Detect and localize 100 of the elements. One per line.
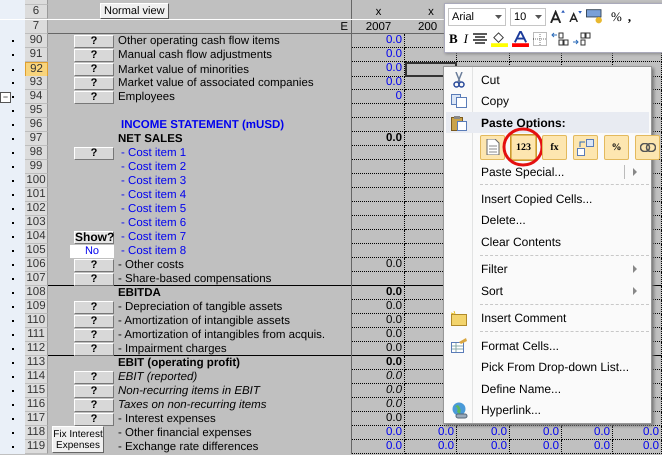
value-cell: 0.0 [352, 384, 405, 398]
value-cell: 0.0 [352, 398, 405, 412]
menu-item[interactable]: Clear Contents [481, 234, 562, 249]
row-number[interactable]: 109 [25, 300, 48, 314]
row-label: Non-recurring items in EBIT [118, 385, 260, 397]
row-label: EBIT (operating profit) [118, 357, 240, 369]
row-number[interactable]: 98 [25, 146, 48, 160]
row-number[interactable]: 105 [25, 244, 48, 258]
row-number[interactable]: 119 [25, 440, 48, 454]
help-button[interactable]: ? [74, 328, 114, 342]
column-header: E [340, 21, 348, 33]
value-cell: 0.0 [352, 76, 405, 90]
row-number[interactable]: 104 [25, 230, 48, 244]
row-number[interactable]: 110 [25, 314, 48, 328]
menu-item[interactable]: Copy [481, 94, 510, 108]
menu-item[interactable]: Insert Copied Cells... [481, 192, 592, 206]
paste-option-button[interactable]: 123 [511, 134, 536, 160]
row-label: - Cost item 3 [121, 175, 186, 187]
help-button[interactable]: ? [74, 384, 114, 398]
menu-item[interactable]: Format Cells... [481, 338, 560, 353]
bold-button[interactable]: B [448, 30, 459, 46]
row-number[interactable]: 91 [25, 48, 48, 62]
help-button[interactable]: ? [74, 34, 114, 48]
help-button[interactable]: ? [74, 76, 114, 90]
row-label: EBIT (reported) [118, 371, 198, 383]
row-label: - Cost item 8 [121, 245, 186, 257]
row-number[interactable]: 97 [25, 132, 48, 146]
help-button[interactable]: ? [74, 272, 114, 286]
help-button[interactable]: ? [74, 63, 114, 76]
row-number[interactable]: 112 [25, 342, 48, 356]
row-number[interactable]: 118 [25, 426, 48, 440]
italic-button[interactable]: I [462, 30, 470, 46]
menu-item[interactable]: Filter [481, 262, 508, 276]
row-number[interactable]: 115 [25, 384, 48, 398]
row-number[interactable]: 94 [25, 90, 48, 104]
menu-item[interactable]: Paste Special... [481, 164, 564, 179]
paste-option-button[interactable]: % [604, 134, 629, 160]
value-cell: 0.0 [352, 314, 405, 328]
size-dropdown[interactable]: 10 [510, 8, 546, 26]
help-button[interactable]: ? [74, 314, 114, 328]
menu-item[interactable]: Hyperlink... [481, 403, 542, 418]
row-number[interactable]: 116 [25, 398, 48, 412]
row-number[interactable]: 95 [25, 104, 48, 118]
column-mark: x [374, 5, 382, 19]
menu-item[interactable]: Pick From Drop-down List... [481, 360, 630, 374]
row-number[interactable]: 100 [25, 174, 48, 188]
menu-item[interactable]: Sort [481, 284, 504, 298]
help-button[interactable]: Show? [74, 230, 114, 244]
row-number[interactable]: 102 [25, 202, 48, 216]
row-number[interactable]: 103 [25, 216, 48, 230]
value-cell: 0.0 [510, 426, 562, 440]
fix-interest-button[interactable]: Fix Interest Expenses [52, 426, 104, 453]
help-button[interactable]: ? [74, 412, 114, 426]
row-label: Manual cash flow adjustments [118, 49, 272, 61]
row-number[interactable]: 117 [25, 412, 48, 426]
toggle-value[interactable]: No [70, 244, 114, 258]
row-number[interactable]: 99 [25, 160, 48, 174]
row-number[interactable]: 6 [25, 5, 48, 19]
row-number[interactable]: 90 [25, 34, 48, 48]
row-label: - Exchange rate differences [118, 441, 258, 453]
row-number[interactable]: 113 [25, 356, 48, 370]
value-cell: 0.0 [352, 328, 405, 342]
section-title: INCOME STATEMENT (mUSD) [121, 119, 284, 131]
menu-header: Paste Options: [481, 116, 566, 130]
help-button[interactable]: ? [74, 146, 114, 160]
value-cell: 0.0 [562, 426, 613, 440]
help-button[interactable]: ? [74, 300, 114, 314]
paste-option-button[interactable]: fx [542, 134, 567, 160]
row-label: Employees [118, 91, 175, 103]
menu-item[interactable]: Delete... [481, 213, 526, 228]
row-number[interactable]: 101 [25, 188, 48, 202]
row-number[interactable]: 114 [25, 370, 48, 384]
help-button[interactable]: ? [74, 370, 114, 384]
menu-item[interactable]: Cut [481, 72, 500, 87]
row-label: Taxes on non-recurring items [118, 399, 267, 411]
row-label: - Amortization of intangible assets [118, 315, 290, 327]
row-number[interactable]: 106 [25, 258, 48, 272]
row-number[interactable]: 92 [25, 62, 48, 77]
help-button[interactable]: ? [74, 258, 114, 272]
row-number[interactable]: 111 [25, 328, 48, 342]
help-button[interactable]: ? [74, 342, 114, 356]
comma-button[interactable]: , [626, 8, 632, 24]
value-cell: 0.0 [352, 48, 405, 62]
row-number[interactable]: 7 [25, 20, 48, 34]
row-label: - Interest expenses [118, 413, 216, 425]
help-button[interactable]: ? [74, 398, 114, 412]
row-label: Market value of minorities [118, 64, 250, 76]
row-label: - Depreciation of tangible assets [118, 301, 282, 313]
row-number[interactable]: 96 [25, 118, 48, 132]
row-number[interactable]: 107 [25, 272, 48, 286]
help-button[interactable]: ? [74, 48, 114, 62]
menu-item[interactable]: Insert Comment [481, 311, 566, 326]
collapse-button[interactable]: − [0, 92, 11, 103]
percent-button[interactable]: % [610, 8, 623, 24]
row-number[interactable]: 108 [25, 286, 48, 300]
menu-item[interactable]: Define Name... [481, 382, 562, 396]
normal-view-button[interactable]: Normal view [100, 3, 169, 19]
font-dropdown[interactable]: Arial [448, 8, 506, 26]
help-button[interactable]: ? [74, 90, 114, 104]
row-number[interactable]: 93 [25, 76, 48, 90]
